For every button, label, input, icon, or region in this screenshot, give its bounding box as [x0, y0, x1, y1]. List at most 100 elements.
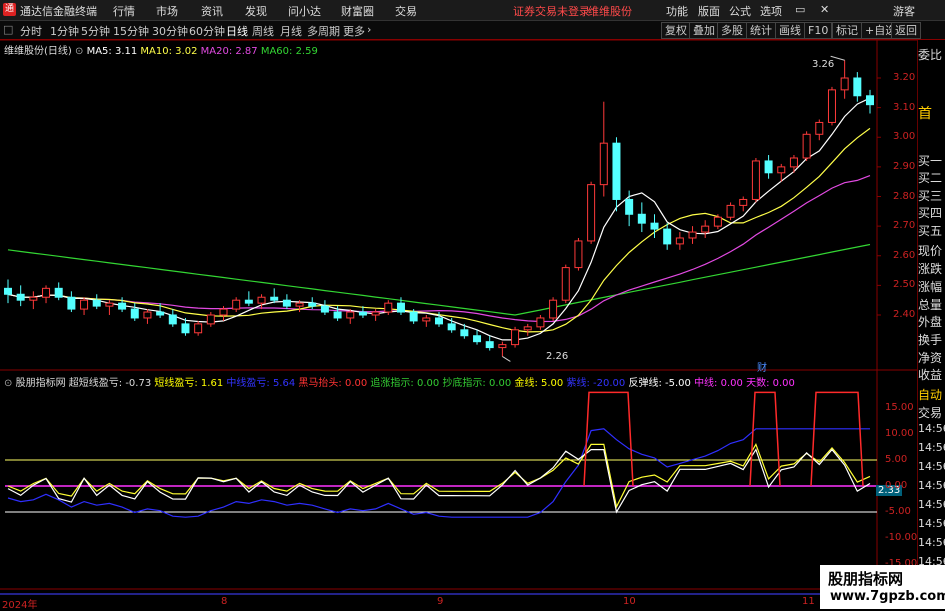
- candle-body: [726, 204, 735, 218]
- ind-mid: 中线盈亏: 5.64: [226, 378, 296, 389]
- menu-ask[interactable]: 问小达: [288, 3, 321, 19]
- multi-stock-button[interactable]: 多股: [717, 22, 747, 39]
- draw-button[interactable]: 画线: [775, 22, 805, 39]
- candle-body: [587, 184, 596, 242]
- indicator-tick-label: 0.00: [885, 480, 908, 491]
- candle-body: [460, 329, 469, 337]
- indicator-toggle-icon[interactable]: ⊙: [4, 378, 12, 389]
- watermark: 股朋指标网 www.7gpzb.com: [820, 565, 945, 609]
- candle-body: [485, 341, 494, 349]
- tab-intraday[interactable]: 分时: [20, 23, 42, 39]
- side-trade[interactable]: 交易: [918, 404, 945, 421]
- guest-user[interactable]: 游客: [893, 3, 915, 19]
- ind-ultra-short: 超短线盈亏: -0.73: [68, 378, 152, 389]
- candle-body: [447, 323, 456, 331]
- candle-body: [789, 157, 798, 168]
- candle-body: [777, 166, 786, 174]
- date-nov: 11: [802, 596, 815, 607]
- candle-body: [663, 228, 672, 245]
- candle-body: [358, 311, 367, 316]
- candle-body: [523, 326, 532, 331]
- ma60-line: [7, 243, 871, 316]
- candle-body: [688, 231, 697, 239]
- side-earnings: 收益: [918, 368, 943, 382]
- ind-dark-horse: 黑马抬头: 0.00: [298, 378, 368, 389]
- price-tick-label: 2.80: [893, 190, 916, 202]
- candle-body: [54, 287, 63, 298]
- tab-daily[interactable]: 日线: [226, 23, 248, 39]
- menu-layout[interactable]: 版面: [698, 3, 720, 19]
- min-window-icon[interactable]: ▭: [795, 3, 805, 16]
- menu-discover[interactable]: 发现: [245, 3, 267, 19]
- indicator-tick-label: 5.00: [885, 454, 908, 465]
- candle-body: [435, 317, 443, 325]
- close-window-icon[interactable]: ✕: [820, 3, 829, 16]
- candle-body: [561, 267, 570, 301]
- mark-button[interactable]: 标记: [832, 22, 862, 39]
- toolbar-toggle-icon[interactable]: □: [3, 23, 13, 36]
- watermark-url: www.7gpzb.com: [830, 589, 945, 604]
- ind-midline: 中线: 0.00: [694, 378, 743, 389]
- menu-trade[interactable]: 交易: [395, 3, 417, 19]
- adjust-button[interactable]: 复权: [661, 22, 691, 39]
- side-outer: 外盘: [918, 315, 943, 329]
- login-warning[interactable]: 证券交易未登录: [513, 3, 590, 19]
- side-time-6: 14:56: [918, 517, 945, 530]
- candle-body: [282, 299, 291, 307]
- date-sep: 9: [437, 596, 444, 607]
- low-pointer: [502, 356, 511, 362]
- tab-weekly[interactable]: 周线: [252, 23, 274, 39]
- tab-30min[interactable]: 30分钟: [152, 23, 188, 39]
- candle-body: [840, 77, 849, 91]
- candle-body: [701, 225, 710, 233]
- legend-ma20: MA20: 2.87: [200, 46, 258, 57]
- menu-market[interactable]: 市场: [156, 3, 178, 19]
- indicator-tick-label: 15.00: [885, 402, 914, 413]
- menu-function[interactable]: 功能: [666, 3, 688, 19]
- candle-body: [866, 95, 874, 106]
- candle-body: [346, 311, 355, 319]
- tab-15min[interactable]: 15分钟: [113, 23, 149, 39]
- menu-formula[interactable]: 公式: [729, 3, 751, 19]
- candle-body: [333, 311, 342, 319]
- stock-chart[interactable]: [0, 40, 918, 609]
- menu-options[interactable]: 选项: [760, 3, 782, 19]
- menu-quotes[interactable]: 行情: [113, 3, 135, 19]
- indicator-tick-label: -5.00: [885, 506, 911, 517]
- candle-body: [206, 314, 215, 325]
- ind-days: 天数: 0.00: [746, 378, 795, 389]
- date-aug: 8: [221, 596, 228, 607]
- tab-60min[interactable]: 60分钟: [189, 23, 225, 39]
- tab-multi-period[interactable]: 多周期: [307, 23, 340, 39]
- side-auto[interactable]: 自动: [918, 386, 945, 403]
- stats-button[interactable]: 统计: [746, 22, 776, 39]
- tab-5min[interactable]: 5分钟: [81, 23, 110, 39]
- candle-body: [815, 121, 824, 135]
- candle-body: [751, 160, 760, 200]
- ultra-short-line: [7, 448, 871, 514]
- side-time-7: 14:56: [918, 536, 945, 549]
- ind-bottom: 抄底指示: 0.00: [442, 378, 512, 389]
- finance-marker[interactable]: 财: [757, 359, 767, 374]
- candle-body: [536, 317, 545, 328]
- tab-more[interactable]: 更多: [343, 23, 365, 39]
- watermark-title: 股朋指标网: [828, 570, 904, 588]
- menu-wealth[interactable]: 财富圈: [341, 3, 374, 19]
- ind-chase: 追涨指示: 0.00: [370, 378, 440, 389]
- candle-body: [130, 308, 139, 319]
- candle-body: [92, 299, 101, 307]
- back-button[interactable]: 返回: [891, 22, 921, 39]
- side-time-4: 14:56: [918, 479, 945, 492]
- f10-button[interactable]: F10: [804, 22, 833, 39]
- candle-body: [295, 302, 304, 307]
- candle-body: [650, 222, 659, 230]
- menu-news[interactable]: 资讯: [201, 3, 223, 19]
- legend-toggle-icon[interactable]: ⊙: [75, 46, 83, 57]
- indicator-tick-label: 10.00: [885, 428, 914, 439]
- mid-term-line: [7, 428, 870, 518]
- tab-monthly[interactable]: 月线: [280, 23, 302, 39]
- overlay-button[interactable]: 叠加: [689, 22, 719, 39]
- more-chevron-icon[interactable]: ›: [367, 23, 371, 36]
- candle-body: [105, 302, 114, 307]
- tab-1min[interactable]: 1分钟: [50, 23, 79, 39]
